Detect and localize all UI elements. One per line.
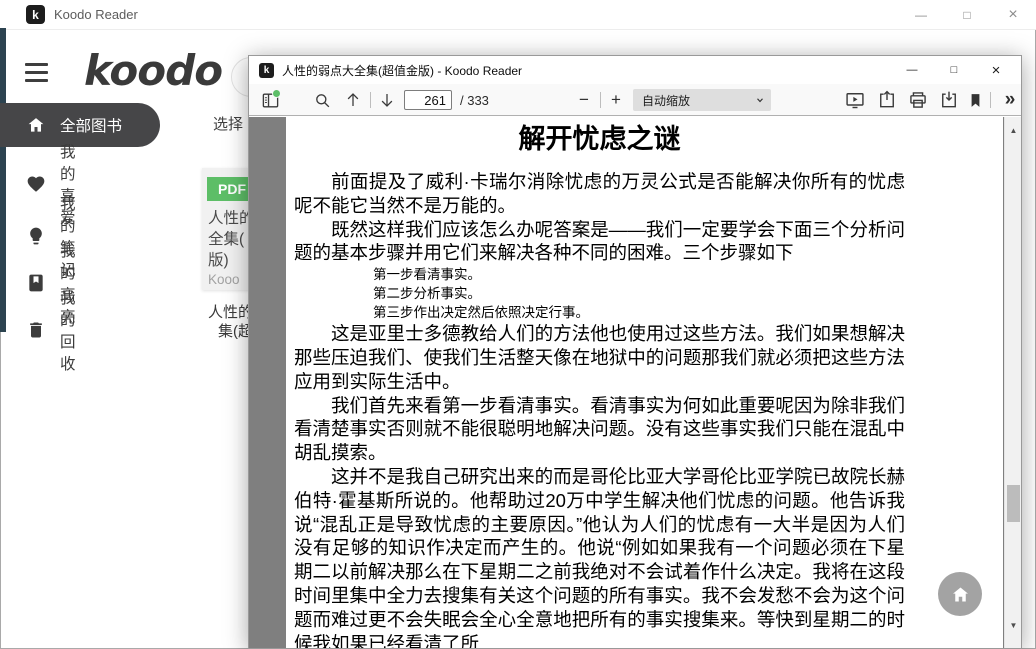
more-tools-icon[interactable]: » [997, 84, 1023, 116]
koodo-app-icon: k [259, 63, 274, 78]
home-icon [26, 115, 46, 135]
next-page-icon[interactable] [375, 84, 399, 116]
sidebar-toggle-icon[interactable] [257, 84, 283, 116]
book-icon [26, 273, 46, 293]
vertical-scrollbar[interactable]: ▲ ▼ [1004, 117, 1021, 648]
paragraph: 既然这样我们应该怎么办呢答案是——我们一定要学会下面三个分析问题的基本步骤并用它… [294, 218, 905, 266]
search-icon[interactable] [309, 84, 335, 116]
paragraph: 这是亚里士多德教给人们的方法他也使用过这些方法。我们如果想解决那些压迫我们、使我… [294, 322, 905, 393]
scroll-up-arrow-icon[interactable]: ▲ [1005, 126, 1021, 135]
zoom-out-icon[interactable]: − [573, 84, 595, 116]
left-edge-strip [0, 28, 6, 332]
main-titlebar: k Koodo Reader — □ × [0, 0, 1036, 30]
lightbulb-icon [26, 226, 46, 246]
main-maximize-button[interactable]: □ [944, 8, 990, 22]
zoom-mode-select[interactable]: 自动缩放 [633, 89, 771, 111]
zoom-in-icon[interactable]: + [605, 84, 627, 116]
bookmark-icon[interactable] [963, 84, 987, 116]
back-to-library-button[interactable] [938, 572, 982, 616]
select-button[interactable]: 选择 [213, 113, 243, 134]
paragraph: 这并不是我自己研究出来的而是哥伦比亚大学哥伦比亚学院已故院长赫伯特·霍基斯所说的… [294, 465, 905, 648]
koodo-app-icon: k [26, 5, 45, 24]
home-icon [950, 584, 971, 605]
sync-status-dot [272, 89, 281, 98]
reader-titlebar: k 人性的弱点大全集(超值金版) - Koodo Reader — □ × [249, 56, 1021, 84]
pdf-toolbar: / 333 − + 自动缩放 » [249, 84, 1021, 116]
reader-minimize-button[interactable]: — [891, 64, 933, 76]
paragraph: 我们首先来看第一步看清事实。看清事实为何如此重要呢因为除非我们看清楚事实否则就不… [294, 394, 905, 465]
paragraph: 前面提及了威利·卡瑞尔消除忧虑的万灵公式是否能解决你所有的忧虑呢不能它当然不是万… [294, 170, 905, 218]
menu-icon[interactable] [25, 63, 48, 88]
pdf-viewport: 解开忧虑之谜 前面提及了威利·卡瑞尔消除忧虑的万灵公式是否能解决你所有的忧虑呢不… [249, 117, 1021, 648]
chevron-down-icon [754, 94, 766, 106]
reader-close-button[interactable]: × [975, 62, 1017, 79]
pdf-page: 解开忧虑之谜 前面提及了威利·卡瑞尔消除忧虑的万灵公式是否能解决你所有的忧虑呢不… [286, 117, 1003, 648]
page-number-input[interactable] [404, 90, 452, 110]
reader-window-title: 人性的弱点大全集(超值金版) - Koodo Reader [282, 62, 522, 79]
save-file-icon[interactable] [935, 84, 963, 116]
main-close-button[interactable]: × [990, 6, 1036, 24]
print-icon[interactable] [904, 84, 932, 116]
previous-page-icon[interactable] [341, 84, 365, 116]
book-title-caption: 人性的 [208, 301, 253, 322]
desktop-screen: k Koodo Reader — □ × koodo 全部图书 我的喜爱 我的笔… [0, 0, 1036, 649]
scrollbar-thumb[interactable] [1007, 485, 1020, 522]
book-cover-author: Kooo [208, 272, 240, 287]
heart-icon [26, 174, 46, 194]
reader-maximize-button[interactable]: □ [933, 64, 975, 76]
sidebar-item-all-books[interactable]: 全部图书 [0, 103, 160, 147]
reader-window: k 人性的弱点大全集(超值金版) - Koodo Reader — □ × [248, 55, 1022, 649]
main-minimize-button[interactable]: — [898, 8, 944, 22]
main-window-title: Koodo Reader [54, 7, 138, 22]
presentation-mode-icon[interactable] [841, 84, 869, 116]
open-file-icon[interactable] [873, 84, 901, 116]
page-total-label: / 333 [460, 84, 489, 116]
steps-list: 第一步看清事实。 第二步分析事实。 第三步作出决定然后依照决定行事。 [373, 265, 905, 322]
chapter-heading: 解开忧虑之谜 [294, 121, 905, 157]
scroll-down-arrow-icon[interactable]: ▼ [1005, 621, 1021, 630]
trash-icon [26, 320, 46, 340]
koodo-logo: koodo [84, 46, 222, 95]
